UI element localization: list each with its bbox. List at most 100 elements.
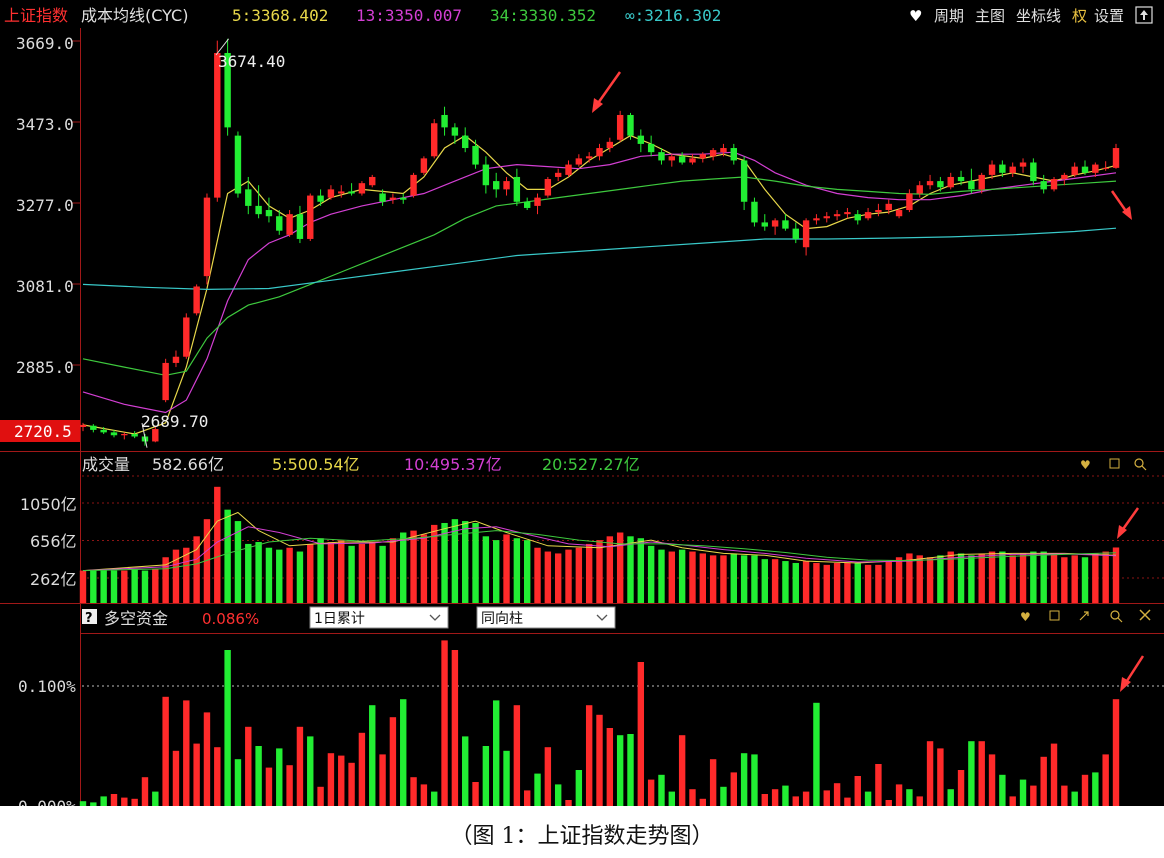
candle: [193, 284, 200, 316]
fund-bar: [389, 717, 397, 806]
fund-bar: [358, 732, 366, 806]
candle: [410, 172, 417, 198]
volume-bar: [885, 561, 892, 603]
volume-bar: [286, 547, 293, 603]
fund-bar: [844, 797, 851, 806]
volume-bar: [875, 564, 882, 603]
volume-bar: [255, 542, 262, 603]
volume-bar: [141, 570, 149, 603]
volume-bar: [844, 562, 851, 603]
volume-bar: [172, 549, 180, 603]
volume-bar: [1071, 555, 1078, 603]
volume-bar: [358, 543, 366, 603]
candle: [420, 156, 428, 175]
fund-bar: [968, 741, 975, 806]
volume-bar: [79, 570, 87, 603]
volume-bar: [348, 545, 355, 603]
volume-bar: [1019, 553, 1027, 603]
fund-bar: [255, 746, 262, 806]
fund-bar: [565, 800, 572, 806]
fund-bar: [369, 705, 376, 806]
candle: [183, 313, 190, 359]
volume-bar: [720, 555, 727, 603]
fund-bar: [503, 750, 510, 806]
price-tick-3277: 3277.0: [16, 196, 74, 215]
menu-period[interactable]: 周期: [934, 7, 964, 25]
fund-bar: [379, 754, 386, 806]
price-tick-3473: 3473.0: [16, 115, 74, 134]
fund-bar: [792, 796, 799, 806]
volume-bar: [854, 562, 861, 603]
fund-bar: [833, 783, 841, 806]
volume-bar: [131, 569, 138, 603]
volume-bar: [1040, 551, 1047, 603]
volume-bar: [554, 553, 562, 603]
fund-bar: [885, 800, 892, 806]
fund-bar: [616, 735, 624, 806]
volume-bar: [338, 540, 345, 603]
help-icon: ?: [85, 611, 93, 626]
volume-bar: [565, 549, 572, 603]
fund-bar: [957, 770, 965, 806]
fund-bar: [100, 796, 107, 806]
volume-bar: [771, 559, 779, 603]
fund-bar: [926, 741, 934, 806]
fund-bar: [90, 802, 97, 806]
fund-bar: [79, 801, 87, 806]
volume-bar: [637, 538, 645, 603]
volume-bar: [616, 532, 624, 603]
menu-main-chart[interactable]: 主图: [975, 7, 1005, 25]
volume-bar: [265, 547, 273, 603]
fund-bar: [245, 726, 252, 806]
fund-bar: [492, 700, 500, 806]
volume-bar: [482, 536, 490, 603]
candle: [307, 193, 314, 242]
volume-bar: [916, 555, 923, 603]
bar-mode-select-value: 同向柱: [481, 611, 523, 627]
volume-bar: [689, 551, 696, 603]
indicator-name[interactable]: 成本均线(CYC): [81, 6, 188, 25]
volume-bar: [957, 553, 965, 603]
chart-background: [0, 0, 1164, 806]
legend-ma5: 5:3368.402: [232, 6, 328, 25]
volume-bar: [740, 555, 748, 603]
menu-coordinate-line[interactable]: 坐标线: [1016, 7, 1061, 25]
volume-bar: [544, 551, 552, 603]
legend-ma34: 34:3330.352: [490, 6, 596, 25]
fund-bar: [823, 790, 830, 806]
fund-bar: [854, 776, 861, 806]
volume-bar: [751, 555, 758, 603]
fund-bar: [131, 798, 138, 806]
low-price-label: 2689.70: [141, 412, 208, 431]
fund-bar: [988, 754, 996, 806]
fund-bar: [317, 786, 324, 806]
volume-bar: [833, 562, 841, 603]
fund-bar: [462, 736, 469, 806]
price-tick-2885: 2885.0: [16, 358, 74, 377]
candle: [431, 119, 438, 159]
fund-bar: [937, 748, 944, 806]
fund-bar: [296, 726, 304, 806]
volume-bar: [152, 568, 159, 603]
volume-bar: [1030, 551, 1037, 603]
fund-bar: [338, 755, 345, 806]
menu-rights[interactable]: 权: [1072, 7, 1087, 25]
volume-bar: [420, 534, 428, 603]
volume-bar: [513, 538, 521, 603]
fund-heart-icon[interactable]: ♥: [1020, 610, 1031, 624]
fund-bar: [224, 650, 231, 806]
fund-bar: [472, 782, 479, 806]
fund-bar: [482, 746, 490, 806]
volume-bar: [730, 553, 737, 603]
fund-bar: [203, 712, 211, 806]
menu-settings[interactable]: 设置: [1094, 7, 1124, 25]
fund-tick-0100: 0.100%: [18, 677, 76, 696]
fund-value: 0.086%: [202, 610, 259, 628]
fund-bar: [627, 734, 634, 806]
volume-bar: [792, 562, 799, 603]
favorite-heart-icon[interactable]: ♥: [909, 7, 922, 25]
candle: [162, 358, 169, 403]
volume-bar: [534, 547, 541, 603]
fund-bar: [162, 696, 169, 806]
volume-heart-icon[interactable]: ♥: [1080, 458, 1091, 472]
